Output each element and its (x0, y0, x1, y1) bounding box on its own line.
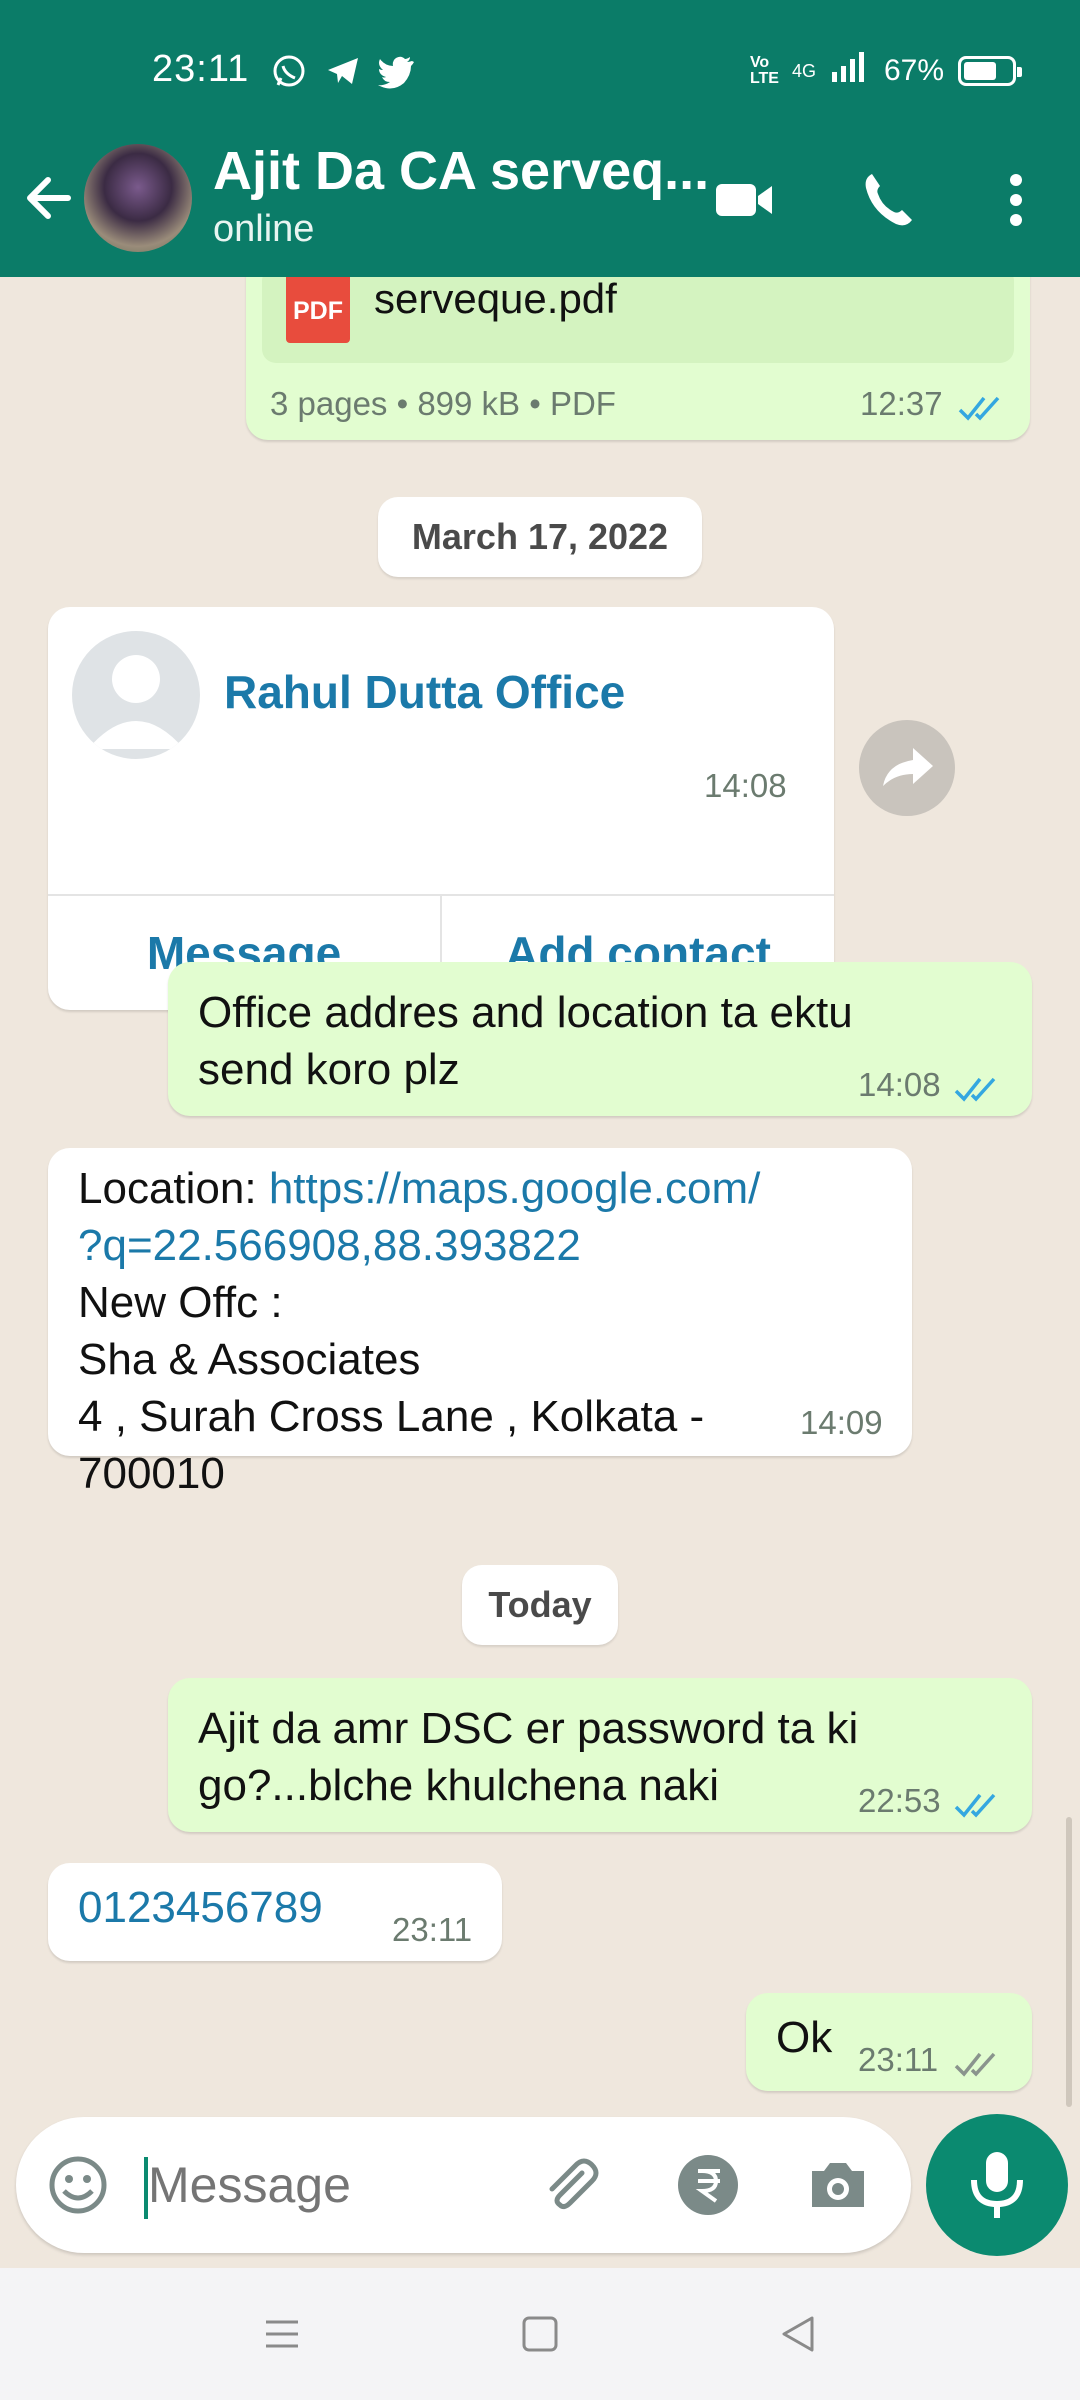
message-text: send koro plz (198, 1045, 460, 1094)
contact-card-message[interactable]: Rahul Dutta Office 14:08 Message Add con… (48, 607, 834, 1010)
contact-name[interactable]: Ajit Da CA serveq... (213, 140, 709, 202)
top-bar: 23:11 Vo LTE 4G 67% Ajit Da CA serveq...… (0, 0, 1080, 277)
message-text: 700010 (78, 1449, 225, 1498)
message-input[interactable] (148, 2145, 508, 2225)
incoming-message[interactable]: Location: https://maps.google.com/ ?q=22… (48, 1148, 912, 1498)
phone-icon[interactable] (858, 168, 922, 232)
maps-link[interactable]: https://maps.google.com/ (269, 1164, 761, 1213)
chat-header: Ajit Da CA serveq... online (0, 140, 1080, 277)
incoming-message[interactable]: 0123456789 23:11 (48, 1863, 502, 1961)
message-text: New Offc : (78, 1278, 283, 1327)
pdf-file-name: serveque.pdf (374, 277, 617, 322)
status-time: 23:11 (152, 48, 250, 90)
pdf-details: 3 pages • 899 kB • PDF (270, 385, 616, 422)
message-text: Location: (78, 1164, 269, 1213)
maps-link[interactable]: ?q=22.566908,88.393822 (78, 1217, 760, 1274)
message-time: 23:11 (392, 1911, 473, 1948)
message-text: Ok (776, 2013, 833, 2062)
volte-indicator: Vo LTE (749, 54, 779, 87)
message-time: 12:37 (860, 385, 943, 422)
microphone-icon (971, 2152, 1023, 2218)
pdf-file-icon: PDF (286, 277, 350, 343)
pdf-badge: PDF (293, 297, 343, 325)
outgoing-message[interactable]: Ajit da amr DSC er password ta ki go?...… (168, 1678, 1032, 1832)
network-label: 4G (791, 60, 816, 81)
pdf-attachment[interactable]: PDF serveque.pdf (262, 277, 1014, 363)
delivered-ticks-icon (954, 2041, 1004, 2077)
signal-icon (830, 50, 870, 92)
voice-record-button[interactable] (926, 2114, 1068, 2256)
chat-area[interactable]: PDF serveque.pdf 3 pages • 899 kB • PDF … (0, 277, 1080, 2117)
read-ticks-icon (954, 1066, 1004, 1102)
system-nav-bar (0, 2268, 1080, 2400)
more-vertical-icon[interactable] (984, 168, 1048, 232)
message-time: 23:11 (858, 2041, 939, 2078)
read-ticks-icon (954, 1782, 1004, 1818)
status-bar: 23:11 Vo LTE 4G 67% (0, 0, 1080, 140)
contact-status: online (213, 208, 315, 250)
message-text: 4 , Surah Cross Lane , Kolkata - (78, 1392, 705, 1441)
pdf-message[interactable]: PDF serveque.pdf 3 pages • 899 kB • PDF … (246, 277, 1030, 440)
telegram-icon (324, 52, 362, 86)
message-text: Office addres and location ta ektu (198, 988, 853, 1037)
contact-avatar[interactable] (84, 144, 192, 252)
home-nav-icon[interactable] (520, 2314, 560, 2354)
message-time: 22:53 (858, 1782, 941, 1819)
emoji-icon[interactable] (46, 2153, 110, 2217)
video-call-icon[interactable] (712, 168, 776, 232)
message-text: Sha & Associates (78, 1335, 421, 1384)
message-text: go?...blche khulchena naki (198, 1761, 720, 1810)
message-time: 14:08 (858, 1066, 941, 1103)
message-text: Ajit da amr DSC er password ta ki (198, 1704, 859, 1753)
whatsapp-icon (270, 52, 308, 87)
forward-icon (883, 748, 933, 786)
back-arrow-icon[interactable] (22, 170, 78, 226)
battery-percent: 67% (883, 54, 944, 87)
camera-icon[interactable] (806, 2153, 870, 2217)
attach-icon[interactable] (538, 2153, 602, 2217)
read-ticks-icon (958, 385, 1008, 421)
shared-contact-name[interactable]: Rahul Dutta Office (224, 665, 625, 719)
menu-nav-icon[interactable] (262, 2314, 302, 2354)
back-nav-icon[interactable] (778, 2314, 818, 2354)
battery-icon (958, 56, 1022, 86)
date-chip: March 17, 2022 (378, 497, 702, 577)
contact-avatar-placeholder (72, 631, 200, 759)
scrollbar[interactable] (1066, 1817, 1072, 2107)
date-chip: Today (462, 1565, 618, 1645)
message-time: 14:08 (704, 767, 787, 804)
phone-number-link[interactable]: 0123456789 (78, 1883, 323, 1933)
outgoing-message[interactable]: Office addres and location ta ektu send … (168, 962, 1032, 1116)
twitter-icon (378, 52, 416, 89)
message-time: 14:09 (800, 1404, 883, 1441)
outgoing-message[interactable]: Ok 23:11 (746, 1993, 1032, 2091)
message-composer[interactable] (16, 2117, 911, 2253)
payment-rupee-icon[interactable] (676, 2153, 740, 2217)
forward-button[interactable] (859, 720, 955, 816)
